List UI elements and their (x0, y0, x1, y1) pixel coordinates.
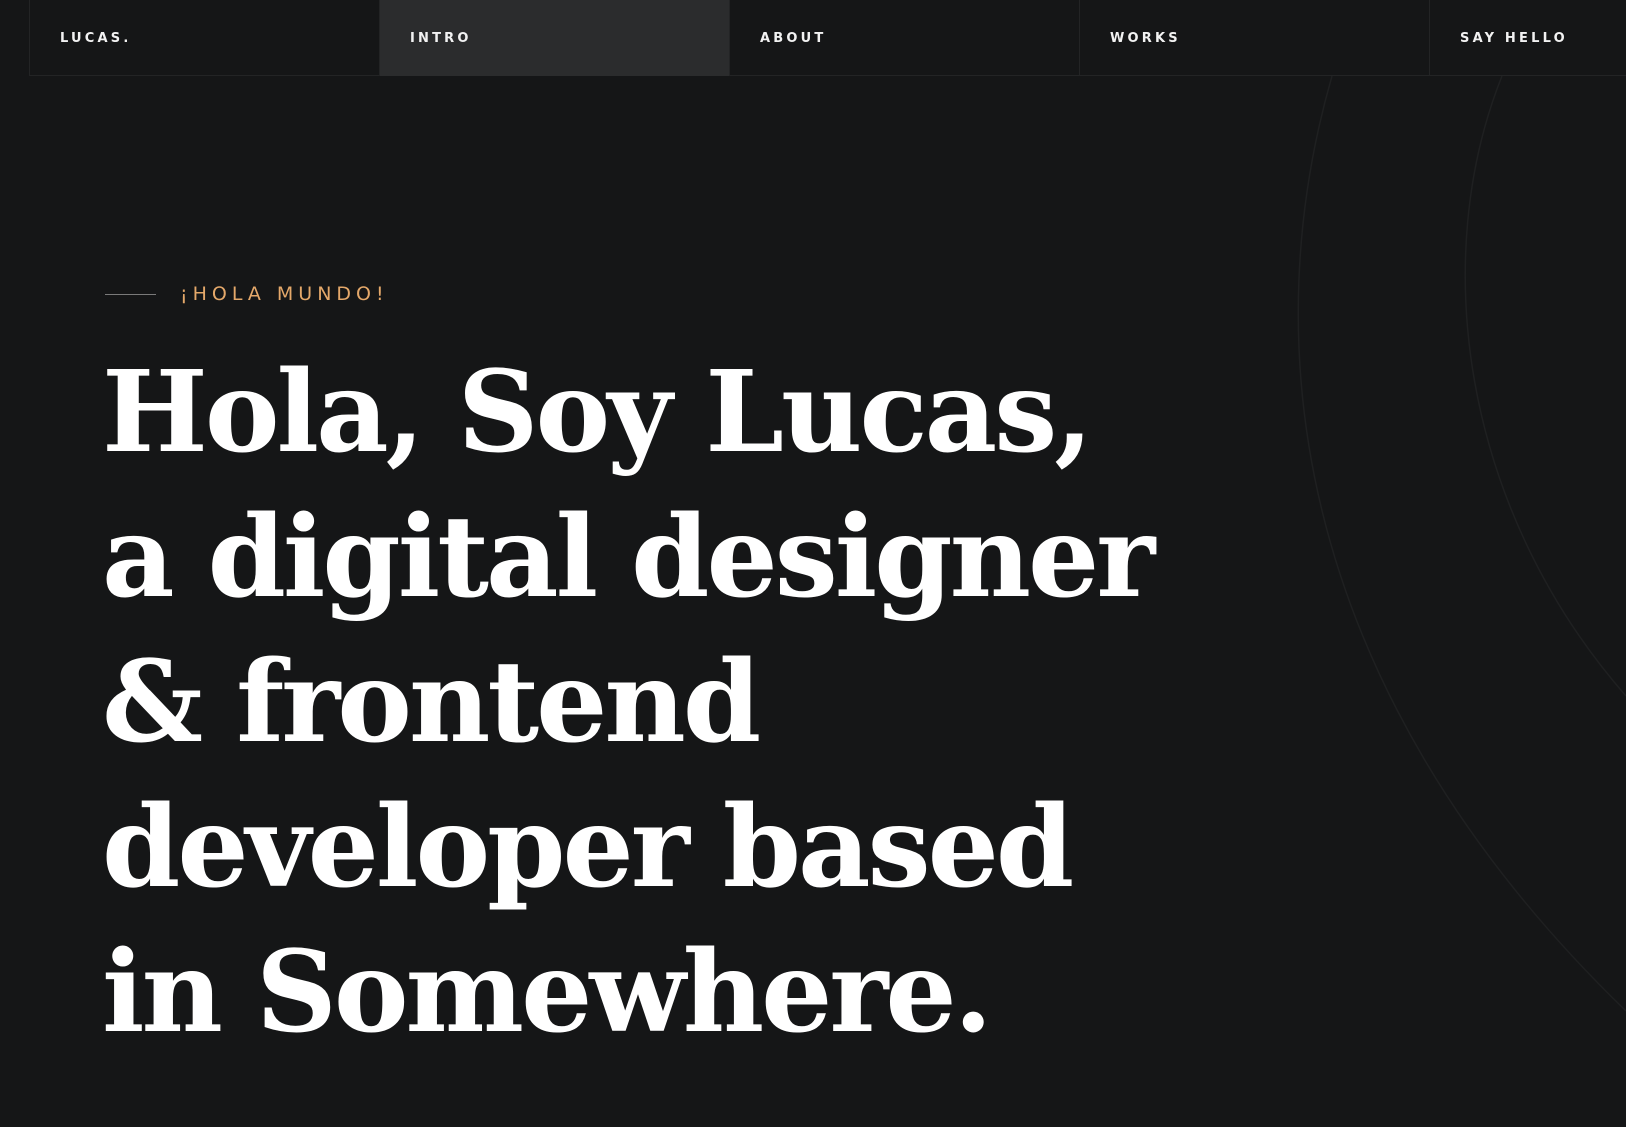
nav-item-works[interactable]: WORKS (1079, 0, 1429, 76)
eyebrow-text: ¡HOLA MUNDO! (180, 283, 389, 305)
headline-line-5: in Somewhere. (102, 927, 993, 1058)
headline-line-1: Hola, Soy Lucas, (102, 347, 1093, 478)
decorative-arcs (1297, 76, 1626, 1012)
top-navigation: LUCAS. INTRO ABOUT WORKS SAY HELLO (29, 0, 1626, 76)
nav-item-say-hello[interactable]: SAY HELLO (1429, 0, 1626, 76)
brand-logo-link[interactable]: LUCAS. (29, 0, 379, 76)
headline-line-3: & frontend (102, 637, 761, 768)
nav-item-intro[interactable]: INTRO (379, 0, 729, 76)
eyebrow: ¡HOLA MUNDO! (105, 282, 389, 306)
headline-line-4: developer based (102, 782, 1074, 913)
hero-headline: Hola, Soy Lucas, a digital designer & fr… (102, 340, 1222, 1065)
eyebrow-divider (105, 293, 156, 295)
headline-line-2: a digital designer (102, 492, 1155, 623)
nav-item-about[interactable]: ABOUT (729, 0, 1079, 76)
